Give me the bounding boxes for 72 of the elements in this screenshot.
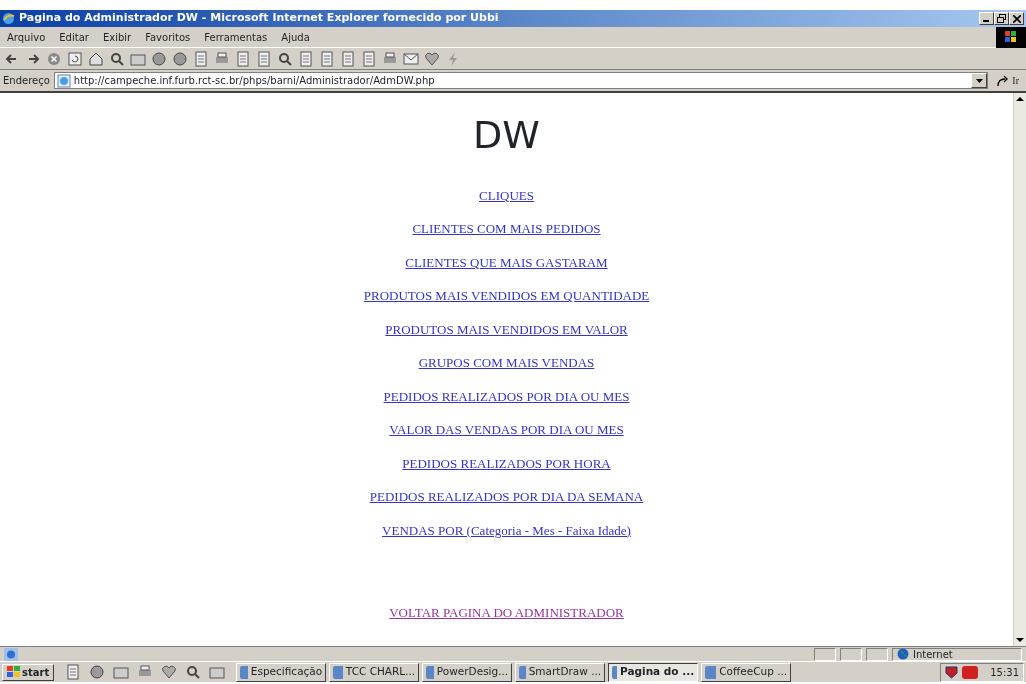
menu-item[interactable]: Exibir bbox=[95, 29, 139, 45]
heart-icon[interactable] bbox=[161, 664, 178, 680]
windows-logo-icon bbox=[996, 26, 1026, 48]
page-icon[interactable] bbox=[319, 50, 335, 67]
page-status-icon bbox=[4, 647, 18, 661]
app-icon bbox=[426, 665, 434, 679]
back-link[interactable]: VOLTAR PAGINA DO ADMINISTRADOR bbox=[389, 603, 624, 623]
report-link[interactable]: CLIQUES bbox=[479, 185, 534, 206]
page-heading: DW bbox=[472, 113, 541, 159]
report-link[interactable]: PRODUTOS MAIS VENDIDOS EM QUANTIDADE bbox=[363, 286, 650, 306]
page-icon[interactable] bbox=[340, 50, 356, 67]
go-button[interactable]: Ir bbox=[992, 73, 1023, 88]
taskbar-button[interactable]: CoffeeCup ... bbox=[701, 662, 792, 682]
zone-label: Internet bbox=[913, 647, 953, 662]
address-field[interactable]: http://campeche.inf.furb.rct-sc.br/phps/barni/Administrador/AdmDW.php bbox=[53, 72, 989, 89]
report-link[interactable]: PEDIDOS REALIZADOS POR DIA DA SEMANA bbox=[369, 487, 644, 507]
page-icon bbox=[56, 73, 71, 88]
dropdown-button[interactable] bbox=[971, 73, 988, 88]
taskbar-button[interactable]: Especificação bbox=[236, 662, 327, 682]
window-title: Pagina do Administrador DW - Microsoft Internet Explorer fornecido por Ubbi bbox=[19, 10, 499, 27]
page-icon[interactable] bbox=[256, 50, 272, 67]
app-icon bbox=[519, 665, 526, 679]
close-icon bbox=[1012, 14, 1021, 23]
search-icon[interactable] bbox=[109, 50, 125, 67]
menu-item[interactable]: Arquivo bbox=[0, 29, 53, 45]
shield-icon bbox=[945, 665, 959, 679]
taskbar-button[interactable]: Pagina do ... bbox=[608, 662, 699, 682]
mail-icon[interactable] bbox=[403, 50, 419, 67]
page-icon[interactable] bbox=[65, 664, 82, 680]
report-link[interactable]: PEDIDOS REALIZADOS POR DIA OU MES bbox=[383, 386, 630, 407]
taskbar-button[interactable]: SmartDraw ... bbox=[515, 662, 606, 682]
windows-flag-icon bbox=[7, 666, 20, 678]
report-link[interactable]: PEDIDOS REALIZADOS POR HORA bbox=[402, 453, 611, 474]
page-icon[interactable] bbox=[361, 50, 377, 67]
taskbar-button[interactable]: PowerDesig... bbox=[422, 662, 513, 682]
clock: 15:31 bbox=[990, 665, 1019, 680]
address-label: Endereço bbox=[3, 74, 50, 88]
browser-icon bbox=[2, 12, 15, 25]
app-icon bbox=[612, 665, 617, 679]
report-link[interactable]: PRODUTOS MAIS VENDIDOS EM VALOR bbox=[385, 319, 628, 340]
menu-item[interactable]: Ajuda bbox=[274, 29, 317, 45]
url-text: http://campeche.inf.furb.rct-sc.br/phps/barni/Administrador/AdmDW.php bbox=[73, 74, 435, 88]
app-icon bbox=[240, 665, 248, 679]
heart-icon[interactable] bbox=[424, 50, 440, 67]
restore-button[interactable] bbox=[994, 12, 1009, 25]
ati-logo-icon bbox=[962, 665, 979, 679]
app-icon bbox=[705, 665, 717, 679]
page-icon[interactable] bbox=[298, 50, 314, 67]
page-icon[interactable] bbox=[235, 50, 251, 67]
menu-item[interactable]: Favoritos bbox=[138, 29, 198, 45]
menu-item[interactable]: Editar bbox=[52, 29, 96, 45]
home-icon[interactable] bbox=[88, 50, 104, 67]
scrollbar[interactable] bbox=[1013, 93, 1026, 646]
taskbar-button[interactable]: TCC CHARL... bbox=[329, 662, 420, 682]
menu-item[interactable]: Ferramentas bbox=[197, 29, 275, 45]
search-icon[interactable] bbox=[185, 664, 202, 680]
start-button[interactable]: start bbox=[2, 663, 55, 681]
app-icon bbox=[333, 665, 343, 679]
search-icon[interactable] bbox=[277, 50, 293, 67]
stop-icon[interactable] bbox=[46, 50, 62, 67]
report-link[interactable]: VENDAS POR (Categoria - Mes - Faixa Idade) bbox=[382, 520, 631, 541]
page-icon[interactable] bbox=[193, 50, 209, 67]
go-arrow-icon bbox=[996, 74, 1009, 87]
report-link[interactable]: GRUPOS COM MAIS VENDAS bbox=[418, 353, 595, 373]
report-link[interactable]: CLIENTES COM MAIS PEDIDOS bbox=[412, 219, 601, 239]
refresh-icon[interactable] bbox=[67, 50, 83, 67]
report-link[interactable]: VALOR DAS VENDAS POR DIA OU MES bbox=[389, 420, 624, 440]
close-button[interactable] bbox=[1009, 12, 1024, 25]
caret-icon bbox=[975, 78, 983, 83]
report-link[interactable]: CLIENTES QUE MAIS GASTARAM bbox=[405, 252, 608, 273]
restore-icon bbox=[997, 14, 1006, 23]
minimize-button[interactable] bbox=[979, 12, 994, 25]
